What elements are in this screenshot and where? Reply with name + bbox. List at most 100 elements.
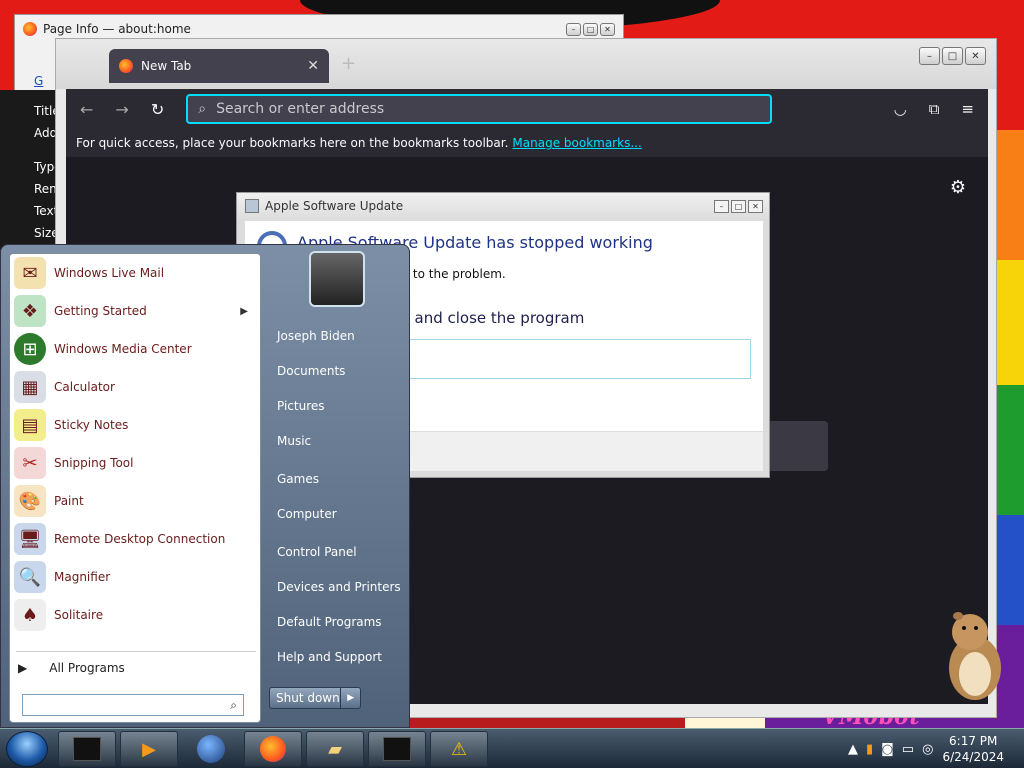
program-paint[interactable]: 🎨 Paint: [10, 482, 260, 520]
close-button[interactable]: ✕: [748, 199, 763, 213]
search-icon: ⌕: [230, 697, 237, 712]
music-link[interactable]: Music: [277, 434, 311, 448]
maximize-button[interactable]: □: [731, 199, 746, 213]
computer-link[interactable]: Computer: [277, 507, 337, 521]
hamster-icon: [949, 612, 1001, 700]
taskbar-app-explorer[interactable]: ▰: [306, 731, 364, 767]
program-label: Windows Live Mail: [54, 266, 165, 280]
bookmarks-hint: For quick access, place your bookmarks h…: [76, 136, 509, 150]
help-support-link[interactable]: Help and Support: [277, 650, 382, 664]
firefox-icon: [23, 22, 37, 36]
program-magnifier[interactable]: 🔍 Magnifier: [10, 558, 260, 596]
start-menu-links: Joseph Biden Documents Pictures Music Ga…: [269, 245, 409, 729]
dialog-titlebar[interactable]: Apple Software Update – □ ✕: [237, 193, 769, 219]
close-tab-icon[interactable]: ✕: [307, 58, 319, 74]
tab-label: New Tab: [141, 59, 192, 73]
app-icon: [245, 199, 259, 213]
all-programs-label: All Programs: [49, 661, 125, 675]
media-center-icon: ⊞: [14, 333, 46, 365]
taskbar-app-media-player[interactable]: ▶: [120, 731, 178, 767]
extensions-icon[interactable]: ⧉: [929, 100, 940, 118]
page-info-link[interactable]: G: [34, 74, 43, 88]
new-tab-tile[interactable]: [766, 421, 828, 471]
paint-palette-icon: 🎨: [14, 485, 46, 517]
taskbar-app-firefox[interactable]: [244, 731, 302, 767]
taskbar-app-window[interactable]: [368, 731, 426, 767]
media-player-icon: ▶: [142, 738, 156, 760]
shutdown-button[interactable]: Shut down ▶: [269, 687, 361, 709]
program-label: Windows Media Center: [54, 342, 192, 356]
reload-icon[interactable]: ↻: [151, 100, 164, 119]
program-calculator[interactable]: ▦ Calculator: [10, 368, 260, 406]
program-windows-live-mail[interactable]: ✉ Windows Live Mail: [10, 254, 260, 292]
back-icon[interactable]: ←: [80, 100, 93, 119]
show-hidden-icons-icon[interactable]: ▲: [848, 742, 858, 757]
address-placeholder: Search or enter address: [216, 101, 385, 117]
display-icon[interactable]: ▭: [902, 742, 914, 757]
new-tab-icon[interactable]: +: [341, 53, 356, 74]
control-panel-link[interactable]: Control Panel: [277, 545, 357, 559]
program-getting-started[interactable]: ❖ Getting Started ▶: [10, 292, 260, 330]
search-icon: ⌕: [198, 101, 207, 117]
magnifier-icon: 🔍: [14, 561, 46, 593]
system-tray: ▲ ▮ ◙ ▭ ◎ 6:17 PM 6/24/2024: [840, 729, 1024, 768]
scissors-icon: ✂: [14, 447, 46, 479]
user-folder-link[interactable]: Joseph Biden: [277, 329, 355, 343]
folder-icon: ▰: [328, 738, 342, 760]
manage-bookmarks-link[interactable]: Manage bookmarks...: [512, 136, 641, 150]
documents-link[interactable]: Documents: [277, 364, 345, 378]
globe-icon: [197, 735, 225, 763]
close-button[interactable]: ✕: [600, 22, 615, 36]
default-programs-link[interactable]: Default Programs: [277, 615, 382, 629]
maximize-button[interactable]: □: [942, 47, 963, 65]
start-search-input[interactable]: ⌕: [22, 694, 244, 716]
menu-icon[interactable]: ≡: [961, 100, 974, 118]
pocket-icon[interactable]: ◡: [894, 100, 907, 118]
tab-new-tab[interactable]: New Tab ✕: [109, 49, 329, 83]
shutdown-label: Shut down: [276, 691, 340, 705]
start-menu-programs: ✉ Windows Live Mail ❖ Getting Started ▶ …: [9, 253, 261, 723]
minimize-button[interactable]: –: [714, 199, 729, 213]
pictures-link[interactable]: Pictures: [277, 399, 325, 413]
program-windows-media-center[interactable]: ⊞ Windows Media Center: [10, 330, 260, 368]
window-icon: [383, 737, 411, 761]
arrow-right-icon: ▶: [18, 661, 28, 675]
taskbar: ▶ ▰ ⚠ ▲ ▮ ◙ ▭ ◎ 6:17 PM 6/24/2024: [0, 728, 1024, 768]
page-info-panel: G Title Addr Type Rend Text Size: [0, 74, 64, 250]
minimize-button[interactable]: –: [566, 22, 581, 36]
dialog-title: Apple Software Update: [265, 199, 404, 213]
gear-icon[interactable]: ⚙: [950, 177, 966, 198]
divider: [16, 651, 256, 652]
program-sticky-notes[interactable]: ▤ Sticky Notes: [10, 406, 260, 444]
games-link[interactable]: Games: [277, 472, 319, 486]
program-label: Calculator: [54, 380, 115, 394]
clock[interactable]: 6:17 PM 6/24/2024: [942, 733, 1024, 765]
start-menu: ✉ Windows Live Mail ❖ Getting Started ▶ …: [0, 244, 410, 728]
cards-icon: ♠: [14, 599, 46, 631]
start-button[interactable]: [6, 731, 48, 767]
terminal-icon: [73, 737, 101, 761]
program-solitaire[interactable]: ♠ Solitaire: [10, 596, 260, 634]
volume-icon[interactable]: ◎: [922, 742, 933, 757]
program-remote-desktop[interactable]: 🖥 Remote Desktop Connection: [10, 520, 260, 558]
user-avatar[interactable]: [309, 251, 365, 307]
program-label: Paint: [54, 494, 84, 508]
minimize-button[interactable]: –: [919, 47, 940, 65]
network-icon[interactable]: ◙: [881, 742, 894, 757]
firefox-icon: [260, 736, 286, 762]
taskbar-app-terminal[interactable]: [58, 731, 116, 767]
close-button[interactable]: ✕: [965, 47, 986, 65]
taskbar-app-globe[interactable]: [182, 731, 240, 767]
shutdown-options-icon[interactable]: ▶: [340, 688, 360, 708]
all-programs-button[interactable]: ▶ All Programs: [18, 654, 125, 682]
taskbar-app-update[interactable]: ⚠: [430, 731, 488, 767]
devices-printers-link[interactable]: Devices and Printers: [277, 580, 401, 594]
program-label: Getting Started: [54, 304, 147, 318]
address-bar[interactable]: ⌕ Search or enter address: [186, 94, 773, 124]
forward-icon[interactable]: →: [115, 100, 128, 119]
program-label: Remote Desktop Connection: [54, 532, 226, 546]
program-snipping-tool[interactable]: ✂ Snipping Tool: [10, 444, 260, 482]
flag-icon[interactable]: ▮: [866, 742, 873, 757]
maximize-button[interactable]: □: [583, 22, 598, 36]
clock-time: 6:17 PM: [949, 734, 998, 748]
